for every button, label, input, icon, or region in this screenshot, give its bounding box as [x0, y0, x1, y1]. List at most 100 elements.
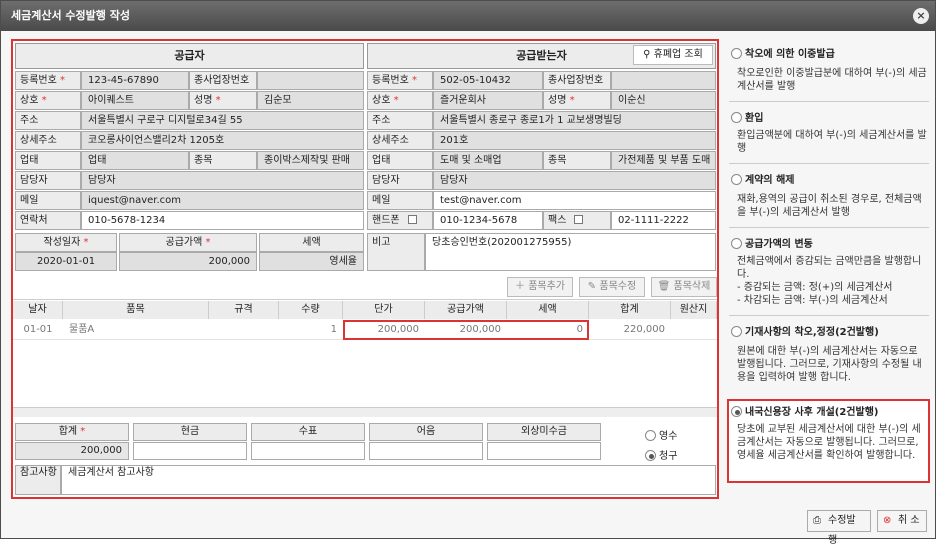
credit-label: 외상미수금	[487, 423, 601, 441]
supplier-addr-label: 주소	[15, 111, 81, 130]
radio-icon	[731, 326, 742, 337]
receiver-note-label: 비고	[367, 233, 425, 271]
option-local-lc-desc: 당초에 교부된 세금계산서에 대한 부(-)의 세금계산서는 자동으로 발행됩니…	[737, 424, 921, 461]
lookup-button[interactable]: ⚲ 휴폐업 조회	[633, 45, 713, 65]
edit-icon: ✎	[587, 281, 597, 292]
horizontal-scrollbar[interactable]	[13, 407, 717, 417]
receipt-radio[interactable]: 영수	[645, 427, 677, 442]
receiver-addr-field[interactable]: 서울특별시 종로구 종로1가 1 교보생명빌딩	[433, 111, 716, 130]
receiver-email-field[interactable]: test@naver.com	[433, 191, 716, 210]
receiver-mgr-field[interactable]: 담당자	[433, 171, 716, 190]
divider	[729, 227, 929, 228]
col-total: 합계	[589, 301, 671, 319]
check-field[interactable]	[251, 442, 365, 460]
note-field[interactable]	[369, 442, 483, 460]
divider	[729, 315, 929, 316]
col-item: 품목	[63, 301, 209, 319]
tax-field[interactable]: 영세율	[259, 252, 364, 271]
option-correction-desc: 원본에 대한 부(-)의 세금계산서는 자동으로 발행됩니다. 그러므로, 기재…	[737, 346, 922, 383]
delete-item-button[interactable]: 🗑 품목삭제	[651, 277, 717, 297]
receiver-mgr-label: 담당자	[367, 171, 433, 190]
supplier-reg-field[interactable]: 123-45-67890	[81, 71, 189, 90]
receiver-ceo-field[interactable]: 이순신	[611, 91, 716, 110]
supplier-addr-field[interactable]: 서울특별시 구로구 디지털로34길 55	[81, 111, 364, 130]
col-price: 단가	[343, 301, 425, 319]
option-duplicate[interactable]: 착오에 의한 이중발급	[731, 45, 835, 60]
cash-label: 현금	[133, 423, 247, 441]
option-return[interactable]: 환입	[731, 109, 763, 124]
radio-icon	[731, 112, 742, 123]
cell-date: 01-01	[23, 324, 53, 335]
receiver-email-label: 메일	[367, 191, 433, 210]
receiver-note-field[interactable]: 당초승인번호(202001275955)	[425, 233, 716, 271]
supplier-email-label: 메일	[15, 191, 81, 210]
option-duplicate-desc: 착오로인한 이중발급분에 대하여 부(-)의 세금계산서를 발행	[737, 68, 927, 92]
option-cancel-contract[interactable]: 계약의 해제	[731, 171, 794, 186]
cash-field[interactable]	[133, 442, 247, 460]
receiver-addr2-field[interactable]: 201호	[433, 131, 716, 150]
printer-icon: ⎙	[813, 515, 821, 526]
supplier-addr2-field[interactable]: 코오롱사이언스밸리2차 1205호	[81, 131, 364, 150]
col-supply: 공급가액	[425, 301, 507, 319]
claim-radio[interactable]: 청구	[645, 447, 677, 462]
supplier-item-label: 종목	[189, 151, 257, 170]
radio-icon	[645, 450, 656, 461]
supply-label: 공급가액 *	[119, 233, 257, 252]
supplier-item-field[interactable]: 종이박스제작및 판매	[257, 151, 364, 170]
fax-checkbox[interactable]	[574, 215, 584, 224]
col-qty: 수량	[279, 301, 343, 319]
supplier-phone-label: 연락처	[15, 211, 81, 230]
search-icon: ⚲	[643, 49, 651, 60]
highlight-box	[343, 320, 589, 340]
receiver-branch-field[interactable]	[611, 71, 716, 90]
memo-field[interactable]: 세금계산서 참고사항	[61, 465, 716, 495]
option-local-lc[interactable]: 내국신용장 사후 개설(2건발행)	[731, 403, 878, 418]
plus-icon: ＋	[515, 281, 525, 292]
receiver-item-field[interactable]: 가전제품 및 부품 도매	[611, 151, 716, 170]
receiver-item-label: 종목	[543, 151, 611, 170]
supplier-biz-label: 업태	[15, 151, 81, 170]
issue-button[interactable]: ⎙ 수정발행	[807, 510, 871, 546]
supplier-branch-label: 종사업장번호	[189, 71, 257, 90]
radio-icon	[731, 238, 742, 249]
tax-label: 세액	[259, 233, 364, 252]
receiver-cell-field[interactable]: 010-1234-5678	[433, 211, 543, 230]
receiver-name-field[interactable]: 즐거운회사	[433, 91, 543, 110]
col-date: 날자	[13, 301, 63, 319]
cell-qty: 1	[330, 324, 337, 335]
option-cancel-contract-desc: 재화,용역의 공급이 취소된 경우로, 전체금액을 부(-)의 세금계산서 발행	[737, 194, 922, 218]
col-origin: 원산지	[671, 301, 717, 319]
radio-icon	[731, 48, 742, 59]
supply-field[interactable]: 200,000	[119, 252, 257, 271]
option-return-desc: 환입금액분에 대하여 부(-)의 세금계산서를 발행	[737, 130, 927, 154]
credit-field[interactable]	[487, 442, 601, 460]
supplier-ceo-field[interactable]: 김순모	[257, 91, 364, 110]
close-icon[interactable]: ×	[913, 8, 929, 24]
cell-checkbox[interactable]	[407, 215, 417, 224]
cancel-button[interactable]: ⊗ 취 소	[877, 510, 927, 532]
receiver-biz-field[interactable]: 도매 및 소매업	[433, 151, 543, 170]
receiver-name-label: 상호 *	[367, 91, 433, 110]
receiver-fax-field[interactable]: 02-1111-2222	[611, 211, 716, 230]
option-amount-change[interactable]: 공급가액의 변동	[731, 235, 813, 250]
option-correction[interactable]: 기재사항의 착오,정정(2건발행)	[731, 323, 879, 338]
date-field[interactable]: 2020-01-01	[15, 252, 117, 271]
divider	[729, 163, 929, 164]
receiver-reg-field[interactable]: 502-05-10432	[433, 71, 543, 90]
total-field[interactable]: 200,000	[15, 442, 129, 460]
supplier-name-label: 상호 *	[15, 91, 81, 110]
add-item-button[interactable]: ＋ 품목추가	[507, 277, 573, 297]
receiver-addr2-label: 상세주소	[367, 131, 433, 150]
edit-item-button[interactable]: ✎ 품목수정	[579, 277, 645, 297]
supplier-email-field[interactable]: iquest@naver.com	[81, 191, 364, 210]
option-amount-change-desc: 전체금액에서 증감되는 금액만큼을 발행합니다. - 증감되는 금액: 정(+)의…	[737, 256, 922, 306]
radio-icon	[731, 406, 742, 417]
supplier-biz-field[interactable]: 업태	[81, 151, 189, 170]
radio-icon	[731, 174, 742, 185]
supplier-branch-field[interactable]	[257, 71, 364, 90]
receiver-biz-label: 업태	[367, 151, 433, 170]
supplier-name-field[interactable]: 아이퀘스트	[81, 91, 189, 110]
supplier-header: 공급자	[15, 43, 364, 69]
supplier-phone-field[interactable]: 010-5678-1234	[81, 211, 364, 230]
supplier-mgr-field[interactable]: 담당자	[81, 171, 364, 190]
